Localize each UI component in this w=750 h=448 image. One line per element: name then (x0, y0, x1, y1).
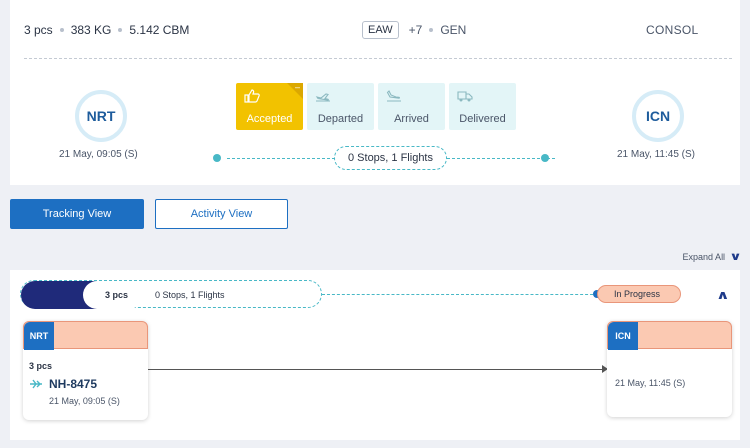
divider (24, 58, 732, 59)
plane-icon (29, 378, 43, 393)
truck-icon (457, 89, 473, 106)
volume-value: 5.142 CBM (129, 23, 190, 37)
status-label: Delivered (459, 113, 506, 125)
shipment-metrics: 3 pcs 383 KG 5.142 CBM (24, 23, 189, 37)
corner-mark: – (294, 82, 300, 92)
more-codes-count[interactable]: +7 (409, 23, 423, 37)
detail-stops: 0 Stops, 1 Flights (155, 290, 225, 300)
pieces-count: 3 pcs (24, 23, 53, 37)
separator-dot (59, 28, 64, 32)
departure-time: 21 May, 09:05 (S) (49, 396, 120, 406)
leg-header: ICN (607, 321, 732, 350)
destination-leg-card[interactable]: ICN 21 May, 11:45 (S) (607, 321, 732, 417)
eaw-badge: EAW (362, 21, 399, 39)
flight-number[interactable]: NH-8475 (49, 377, 97, 391)
product-codes: EAW +7 GEN (362, 21, 466, 39)
route-start-dot (213, 154, 221, 162)
thumbs-up-icon (244, 89, 260, 106)
arrival-time: 21 May, 11:45 (S) (615, 378, 686, 388)
shipment-summary-card: 3 pcs 383 KG 5.142 CBM EAW +7 GEN CONSOL… (10, 0, 740, 185)
origin-code-badge: NRT (24, 322, 54, 350)
status-delivered[interactable]: Delivered (449, 83, 516, 130)
expand-all-label: Expand All (682, 251, 726, 262)
leg-arrow-line (148, 369, 605, 370)
destination-code-badge: ICN (608, 322, 638, 350)
origin-airport-circle: NRT (75, 90, 127, 142)
destination-airport-circle: ICN (632, 90, 684, 142)
status-label: Accepted (246, 113, 293, 125)
activity-view-button[interactable]: Activity View (155, 199, 288, 229)
status-departed[interactable]: Departed (307, 83, 374, 130)
chevron-down-icon: ∨ (729, 251, 742, 263)
separator-dot (429, 28, 434, 32)
status-arrived[interactable]: Arrived (378, 83, 445, 130)
status-accepted[interactable]: – Accepted (236, 82, 303, 130)
leg-header: NRT (23, 321, 148, 350)
tracking-view-button[interactable]: Tracking View (10, 199, 144, 229)
status-label: Arrived (394, 113, 429, 125)
plane-arrival-icon (386, 89, 402, 106)
consol-label: CONSOL (646, 23, 699, 37)
detail-route-line (322, 294, 598, 295)
origin-time: 21 May, 09:05 (S) (59, 149, 138, 160)
status-label: Departed (317, 113, 364, 125)
plane-departure-icon (315, 89, 331, 106)
status-badge: In Progress (597, 285, 681, 303)
route-stops-pill: 0 Stops, 1 Flights (334, 146, 447, 170)
origin-leg-card[interactable]: NRT 3 pcs NH-8475 21 May, 09:05 (S) (23, 321, 148, 420)
expand-all-toggle[interactable]: Expand All ∨ (682, 250, 742, 263)
route-end-dot (541, 154, 549, 162)
milestone-status-list: – Accepted Departed Arrived Delivered (236, 82, 516, 130)
detail-pieces: 3 pcs (105, 290, 129, 300)
chevron-up-icon[interactable]: ∧ (716, 288, 730, 302)
leg-summary-pill: 3 pcs 0 Stops, 1 Flights (20, 280, 322, 309)
leg-pieces: 3 pcs (29, 361, 53, 371)
separator-dot (118, 28, 123, 32)
gen-code: GEN (440, 23, 467, 37)
destination-time: 21 May, 11:45 (S) (617, 149, 695, 160)
weight-value: 383 KG (70, 23, 112, 37)
